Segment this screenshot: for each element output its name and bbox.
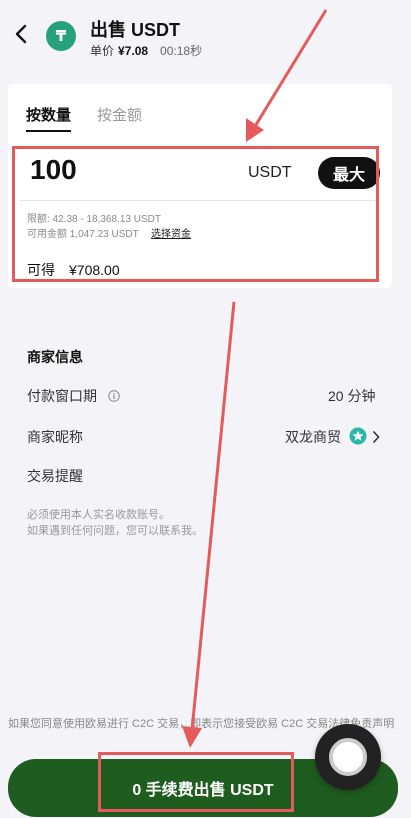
usdt-coin-icon: ₸ <box>46 21 76 51</box>
reminder-label: 交易提醒 <box>27 468 83 484</box>
nickname-label: 商家昵称 <box>27 429 83 445</box>
info-icon[interactable] <box>108 389 120 402</box>
merchant-nickname[interactable]: 双龙商贸 <box>285 427 341 447</box>
reminder-line-2: 如果遇到任何问题，您可以联系我。 <box>27 525 203 537</box>
assistive-ring-icon <box>329 738 367 776</box>
price-row: 单价 ¥7.08 00:18秒 <box>90 42 202 59</box>
merchant-section-title: 商家信息 <box>27 349 83 365</box>
payment-window-label: 付款窗口期 <box>27 388 97 404</box>
highlight-box-amount <box>12 146 379 282</box>
active-tab-indicator <box>26 130 71 132</box>
floating-assistive-button[interactable] <box>315 724 381 790</box>
tab-by-amount[interactable]: 按金额 <box>97 104 142 125</box>
highlight-box-sell-button <box>98 752 294 812</box>
tab-by-quantity[interactable]: 按数量 <box>26 104 71 125</box>
price-label: 单价 <box>90 44 115 58</box>
reminder-line-1: 必须使用本人实名收款账号。 <box>27 509 170 521</box>
countdown-timer: 00:18秒 <box>160 44 203 58</box>
arrow-line-bottom <box>190 301 236 731</box>
back-chevron-icon[interactable] <box>12 22 32 46</box>
page-title: 出售 USDT <box>90 20 180 40</box>
price-value: ¥7.08 <box>118 44 149 58</box>
verified-badge-icon <box>349 427 367 445</box>
payment-window-value: 20 分钟 <box>328 388 376 404</box>
chevron-right-icon[interactable] <box>372 430 380 443</box>
